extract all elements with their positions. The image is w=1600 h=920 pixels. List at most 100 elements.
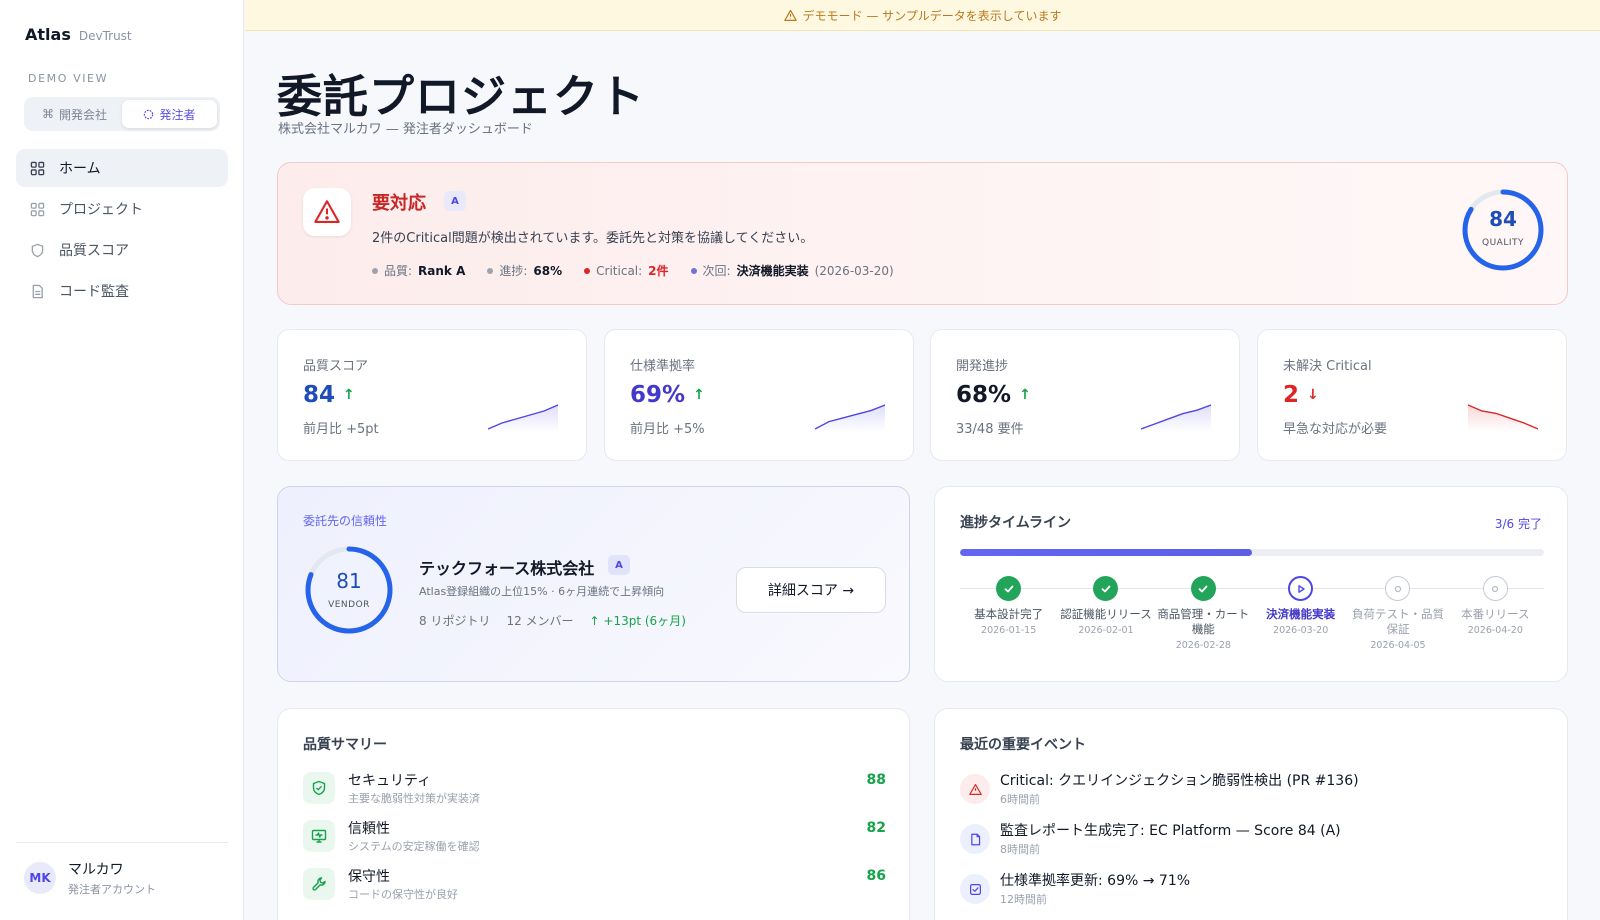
kpi-number: 68%	[956, 382, 1012, 408]
meta-dot	[690, 267, 697, 274]
list-item[interactable]: 保守性 コードの保守性が良好 86	[303, 866, 886, 906]
sidebar-item-label: ホーム	[59, 161, 101, 177]
kpi-card-quality[interactable]: 品質スコア 84 ↑ 前月比 +5pt	[277, 329, 587, 461]
kpi-card-open-critical[interactable]: 未解決 Critical 2 ↓ 早急な対応が必要	[1257, 329, 1567, 461]
item-score: 88	[866, 772, 886, 788]
brand-sub: DevTrust	[78, 29, 132, 43]
alert-meta: 品質: Rank A 進捗: 68% Critical: 2件 次回: 決済機能…	[372, 262, 894, 279]
toggle-client-label: 発注者	[159, 107, 196, 122]
meta-progress-value: 68%	[533, 263, 563, 278]
avatar: MK	[24, 862, 56, 894]
timeline-step[interactable]: 商品管理・カート機能 2026-02-28	[1155, 576, 1252, 651]
timeline-step[interactable]: 本番リリース 2026-04-20	[1447, 576, 1544, 651]
kpi-note: 早急な対応が必要	[1283, 422, 1388, 437]
kpi-card-dev-progress[interactable]: 開発進捗 68% ↑ 33/48 要件	[930, 329, 1240, 461]
vendor-members: 12 メンバー	[506, 614, 574, 628]
events-title: 最近の重要イベント	[960, 737, 1086, 753]
kpi-value: 69% ↑	[630, 382, 705, 408]
kpi-label: 開発進捗	[956, 359, 1009, 374]
event-time: 12時間前	[1000, 893, 1047, 906]
warning-icon	[960, 774, 990, 804]
check-icon	[996, 576, 1022, 601]
sparkline	[1468, 404, 1538, 432]
kpi-note: 前月比 +5pt	[303, 422, 379, 437]
check-icon	[1190, 576, 1216, 601]
warning-icon	[783, 9, 797, 21]
list-item[interactable]: 監査レポート生成完了: EC Platform — Score 84 (A) 8…	[960, 820, 1543, 860]
checkbox-icon	[960, 874, 990, 904]
timeline-step[interactable]: 負荷テスト・品質保証 2026-04-05	[1349, 576, 1446, 651]
toggle-developer-label: 開発会社	[58, 107, 107, 122]
kpi-label: 仕様準拠率	[630, 359, 696, 374]
vendor-score-value: 81	[336, 569, 362, 593]
meta-progress: 進捗: 68%	[487, 262, 562, 279]
event-text: 仕様準拠率更新: 69% → 71%	[1000, 873, 1191, 889]
timeline-title: 進捗タイムライン	[960, 515, 1072, 531]
step-date: 2026-04-20	[1467, 625, 1523, 636]
detail-score-button[interactable]: 詳細スコア →	[736, 567, 886, 613]
kpi-card-spec-compliance[interactable]: 仕様準拠率 69% ↑ 前月比 +5%	[604, 329, 914, 461]
event-time: 8時間前	[1000, 843, 1040, 856]
step-name: 認証機能リリース	[1060, 607, 1152, 621]
step-name: 商品管理・カート機能	[1157, 607, 1250, 636]
quality-summary-title: 品質サマリー	[303, 737, 387, 753]
arrow-up-icon: ↑	[343, 387, 355, 403]
sidebar-item-quality[interactable]: 品質スコア	[16, 231, 228, 269]
sidebar-item-label: プロジェクト	[59, 202, 143, 218]
meta-dot	[372, 267, 378, 274]
timeline-step[interactable]: 決済機能実装 2026-03-20	[1252, 576, 1349, 651]
timeline-count: 3/6 完了	[1494, 517, 1542, 531]
meta-critical-value: 2件	[648, 264, 669, 278]
demo-mode-banner: デモモード — サンプルデータを表示しています	[245, 0, 1600, 31]
progress-timeline-card: 進捗タイムライン 3/6 完了 基本設計完了 2026-01-15 認証機能リリ…	[934, 486, 1568, 682]
rank-badge: A	[608, 555, 630, 575]
grid-icon	[29, 201, 45, 217]
play-icon	[1288, 576, 1314, 601]
toggle-developer[interactable]: ⌘ 開発会社	[27, 100, 122, 128]
timeline-progress-bar	[960, 549, 1544, 556]
sidebar-item-projects[interactable]: プロジェクト	[16, 190, 228, 228]
user-account[interactable]: MK マルカワ 発注者アカウント	[16, 842, 228, 897]
vendor-score-ring: 81 VENDOR	[303, 544, 395, 636]
list-item[interactable]: 仕様準拠率更新: 69% → 71% 12時間前	[960, 870, 1543, 910]
kpi-value: 68% ↑	[956, 382, 1031, 408]
meta-quality: 品質: Rank A	[372, 262, 465, 279]
grid-icon	[29, 160, 45, 176]
sidebar-item-home[interactable]: ホーム	[16, 149, 228, 187]
timeline-step[interactable]: 基本設計完了 2026-01-15	[960, 576, 1057, 651]
shield-check-icon	[303, 772, 335, 804]
toggle-client[interactable]: 発注者	[122, 100, 217, 128]
sidebar-item-code-audit[interactable]: コード監査	[16, 272, 228, 310]
sidebar-nav: ホーム プロジェクト 品質スコア コード監査	[16, 149, 228, 313]
list-item[interactable]: セキュリティ 主要な脆弱性対策が実装済 88	[303, 770, 886, 810]
step-name: 負荷テスト・品質保証	[1351, 607, 1444, 636]
brand-name: Atlas	[25, 25, 71, 44]
item-desc: 主要な脆弱性対策が実装済	[348, 792, 480, 805]
user-role: 発注者アカウント	[68, 883, 156, 896]
page-subtitle: 株式会社マルカワ — 発注者ダッシュボード	[278, 122, 533, 137]
vendor-section-label: 委託先の信頼性	[303, 514, 388, 528]
list-item[interactable]: Critical: クエリインジェクション脆弱性検出 (PR #136) 6時間…	[960, 770, 1543, 810]
arrow-up-icon: ↑	[1019, 387, 1031, 403]
meta-dot	[487, 267, 494, 274]
rank-badge: A	[444, 191, 466, 211]
check-icon	[1093, 576, 1119, 601]
list-item[interactable]: 信頼性 システムの安定稼働を確認 82	[303, 818, 886, 858]
brand-logo[interactable]: Atlas DevTrust	[25, 25, 132, 44]
item-score: 82	[866, 820, 886, 836]
banner-text: デモモード — サンプルデータを表示しています	[802, 8, 1062, 23]
step-date: 2026-03-20	[1273, 625, 1329, 636]
vendor-repos: 8 リポジトリ	[419, 614, 491, 628]
meta-next-value: 決済機能実装	[736, 264, 809, 278]
warning-icon	[303, 188, 351, 236]
timeline-step[interactable]: 認証機能リリース 2026-02-01	[1057, 576, 1154, 651]
item-name: 信頼性	[348, 821, 390, 837]
sidebar-item-label: コード監査	[59, 284, 129, 300]
wrench-icon	[303, 868, 335, 900]
kpi-note: 33/48 要件	[956, 422, 1024, 437]
document-icon	[960, 824, 990, 854]
recent-events-card: 最近の重要イベント Critical: クエリインジェクション脆弱性検出 (PR…	[934, 708, 1568, 920]
kpi-number: 69%	[630, 382, 686, 408]
meta-quality-value: Rank A	[418, 263, 466, 278]
event-text: Critical: クエリインジェクション脆弱性検出 (PR #136)	[1000, 773, 1359, 789]
